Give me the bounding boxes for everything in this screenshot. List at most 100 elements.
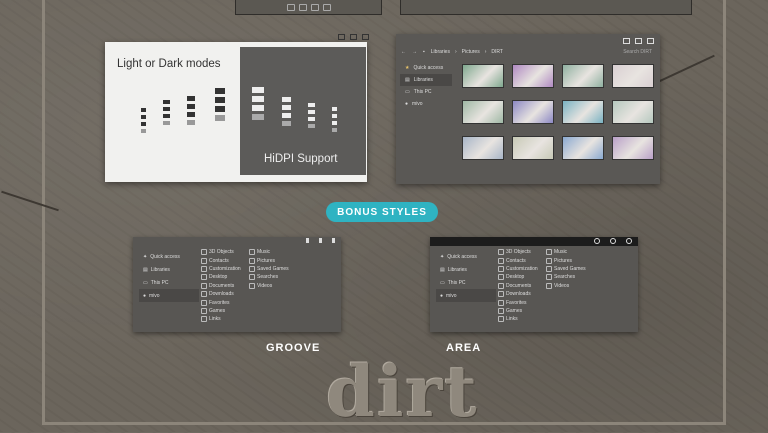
thumbnail-image[interactable] <box>612 64 654 88</box>
folder-label: Videos <box>257 282 273 289</box>
thumbnail-image[interactable] <box>562 100 604 124</box>
library-icon: ▤ <box>143 266 148 273</box>
nav-item-quick-access[interactable]: ✦ Quick access <box>139 250 199 263</box>
thumbnail-image[interactable] <box>562 64 604 88</box>
thumbnail-image[interactable] <box>612 136 654 160</box>
computer-icon: ▭ <box>405 89 410 95</box>
window-controls <box>306 238 335 243</box>
folder-item[interactable]: Customization <box>201 265 241 273</box>
folder-item[interactable]: Downloads <box>201 290 241 298</box>
folder-label: Contacts <box>506 257 526 264</box>
user-icon: ● <box>405 101 409 107</box>
navigation-pane: ✦ Quick access ▤ Libraries ▭ This PC ● mivo <box>139 250 199 302</box>
folder-item[interactable]: Favorites <box>498 298 538 306</box>
folder-item[interactable]: Contacts <box>498 256 538 264</box>
folder-icon <box>249 265 255 272</box>
folder-icon <box>498 307 504 314</box>
folder-item[interactable]: Links <box>498 315 538 323</box>
folder-item[interactable]: Videos <box>546 282 586 290</box>
folder-icon <box>249 282 255 289</box>
nav-item-quick-access[interactable]: ★ Quick access <box>400 62 452 74</box>
folder-list-right: Music Pictures Saved Games Searches Videos <box>546 248 586 290</box>
folder-item[interactable]: Documents <box>201 282 241 290</box>
modes-title: Light or Dark modes <box>117 58 221 70</box>
control-samples-light <box>215 88 225 121</box>
nav-item-this-pc[interactable]: ▭ This PC <box>400 86 452 98</box>
groove-explorer: ✦ Quick access ▤ Libraries ▭ This PC ● mivo … <box>133 237 341 332</box>
nav-item-quick-access[interactable]: ✦ Quick access <box>436 250 496 263</box>
thumbnail-image[interactable] <box>512 100 554 124</box>
folder-label: 3D Objects <box>506 249 531 256</box>
folder-item[interactable]: Saved Games <box>546 265 586 273</box>
folder-item[interactable]: Downloads <box>498 290 538 298</box>
nav-item-user[interactable]: ● mivo <box>436 289 496 302</box>
nav-item-libraries[interactable]: ▤ Libraries <box>400 74 452 86</box>
search-input[interactable]: Search DIRT <box>623 49 652 55</box>
hidpi-caption: HiDPI Support <box>264 153 338 165</box>
folder-icon <box>498 274 504 281</box>
nav-item-this-pc[interactable]: ▭ This PC <box>139 276 199 289</box>
folder-label: Favorites <box>209 299 230 306</box>
back-arrow-icon[interactable]: ← <box>401 49 406 55</box>
explorer-window: ← → ▪ Libraries › Pictures › DIRT Search D… <box>396 34 660 184</box>
folder-item[interactable]: Documents <box>498 282 538 290</box>
folder-label: Customization <box>209 265 241 272</box>
folder-item[interactable]: 3D Objects <box>201 248 241 256</box>
folder-item[interactable]: Pictures <box>546 256 586 264</box>
folder-label: Games <box>506 307 523 314</box>
thumbnail-image[interactable] <box>512 136 554 160</box>
folder-item[interactable]: Games <box>201 307 241 315</box>
folder-icon <box>546 274 552 281</box>
dirt-logo: dirt <box>326 350 479 433</box>
folder-label: 3D Objects <box>209 249 234 256</box>
folder-item[interactable]: Customization <box>498 265 538 273</box>
folder-item[interactable]: Pictures <box>249 256 289 264</box>
folder-item[interactable]: Searches <box>546 273 586 281</box>
dark-mode-panel: HiDPI Support <box>240 47 366 175</box>
nav-item-user[interactable]: ● mivo <box>139 289 199 302</box>
nav-item-this-pc[interactable]: ▭ This PC <box>436 276 496 289</box>
nav-item-libraries[interactable]: ▤ Libraries <box>139 263 199 276</box>
folder-label: Pictures <box>257 257 276 264</box>
breadcrumb[interactable]: Libraries › Pictures › DIRT <box>431 49 503 55</box>
folder-item[interactable]: Games <box>498 307 538 315</box>
folder-list-left: 3D Objects Contacts Customization Desktop Do… <box>201 248 241 324</box>
thumbnail-image[interactable] <box>612 100 654 124</box>
folder-item[interactable]: Saved Games <box>249 265 289 273</box>
folder-icon <box>498 265 504 272</box>
folder-item[interactable]: Music <box>249 248 289 256</box>
folder-label: Music <box>257 249 271 256</box>
nav-item-user[interactable]: ● mivo <box>400 98 452 110</box>
folder-icon <box>498 291 504 298</box>
folder-item[interactable]: Links <box>201 315 241 323</box>
folder-item[interactable]: 3D Objects <box>498 248 538 256</box>
folder-label: Searches <box>554 274 576 281</box>
folder-label: Contacts <box>209 257 229 264</box>
folder-icon <box>201 257 207 264</box>
folder-label: Desktop <box>209 274 228 281</box>
control-samples-dark <box>252 87 264 120</box>
nav-item-libraries[interactable]: ▤ Libraries <box>436 263 496 276</box>
folder-item[interactable]: Desktop <box>498 273 538 281</box>
folder-label: Favorites <box>506 299 527 306</box>
folder-item[interactable]: Desktop <box>201 273 241 281</box>
control-samples-dark <box>282 97 291 126</box>
folder-item[interactable]: Searches <box>249 273 289 281</box>
forward-arrow-icon[interactable]: → <box>412 49 417 55</box>
folder-item[interactable]: Contacts <box>201 256 241 264</box>
thumbnail-image[interactable] <box>462 136 504 160</box>
folder-label: Searches <box>257 274 279 281</box>
thumbnail-image[interactable] <box>562 136 604 160</box>
folder-label: Downloads <box>209 291 234 298</box>
thumbnail-grid <box>462 64 654 160</box>
thumbnail-image[interactable] <box>462 100 504 124</box>
folder-item[interactable]: Favorites <box>201 298 241 306</box>
folder-label: Customization <box>506 265 538 272</box>
groove-label: GROOVE <box>266 342 321 354</box>
window-controls <box>594 238 632 244</box>
folder-item[interactable]: Videos <box>249 282 289 290</box>
thumbnail-image[interactable] <box>462 64 504 88</box>
folder-icon <box>201 291 207 298</box>
folder-item[interactable]: Music <box>546 248 586 256</box>
thumbnail-image[interactable] <box>512 64 554 88</box>
